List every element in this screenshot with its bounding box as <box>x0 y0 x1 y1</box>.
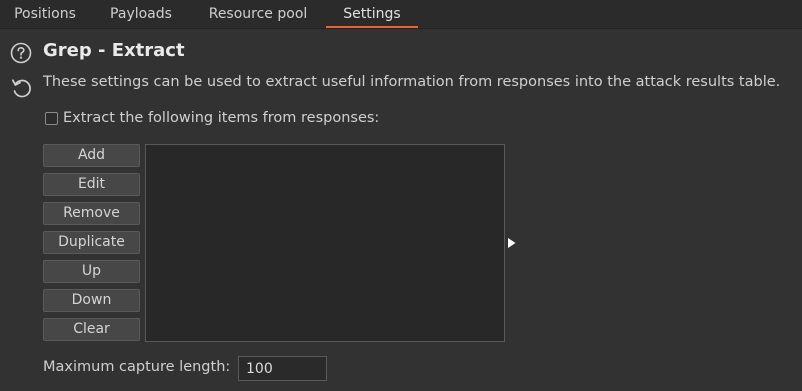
extract-items-list[interactable] <box>145 144 505 342</box>
clear-button[interactable]: Clear <box>43 318 140 341</box>
expand-arrow-icon[interactable] <box>507 237 517 249</box>
extract-checkbox-label[interactable]: Extract the following items from respons… <box>63 110 379 126</box>
max-capture-label: Maximum capture length: <box>43 359 231 375</box>
tab-resource-pool[interactable]: Resource pool <box>193 0 323 28</box>
settings-panel: Positions Payloads Resource pool Setting… <box>0 0 802 391</box>
reset-arrow-icon[interactable] <box>10 76 34 100</box>
down-button[interactable]: Down <box>43 289 140 312</box>
question-circle-icon[interactable] <box>10 42 32 64</box>
tab-positions[interactable]: Positions <box>0 0 90 28</box>
duplicate-button[interactable]: Duplicate <box>43 231 140 254</box>
max-capture-input[interactable] <box>238 356 327 381</box>
edit-button[interactable]: Edit <box>43 173 140 196</box>
up-button[interactable]: Up <box>43 260 140 283</box>
extract-checkbox[interactable] <box>45 111 58 125</box>
add-button[interactable]: Add <box>43 144 140 167</box>
remove-button[interactable]: Remove <box>43 202 140 225</box>
tab-payloads[interactable]: Payloads <box>94 0 188 28</box>
tab-settings[interactable]: Settings <box>326 0 418 28</box>
tab-bar: Positions Payloads Resource pool Setting… <box>0 0 802 29</box>
section-title: Grep - Extract <box>43 40 185 61</box>
extract-checkbox-row[interactable]: Extract the following items from respons… <box>45 108 379 128</box>
section-description: These settings can be used to extract us… <box>43 74 781 90</box>
